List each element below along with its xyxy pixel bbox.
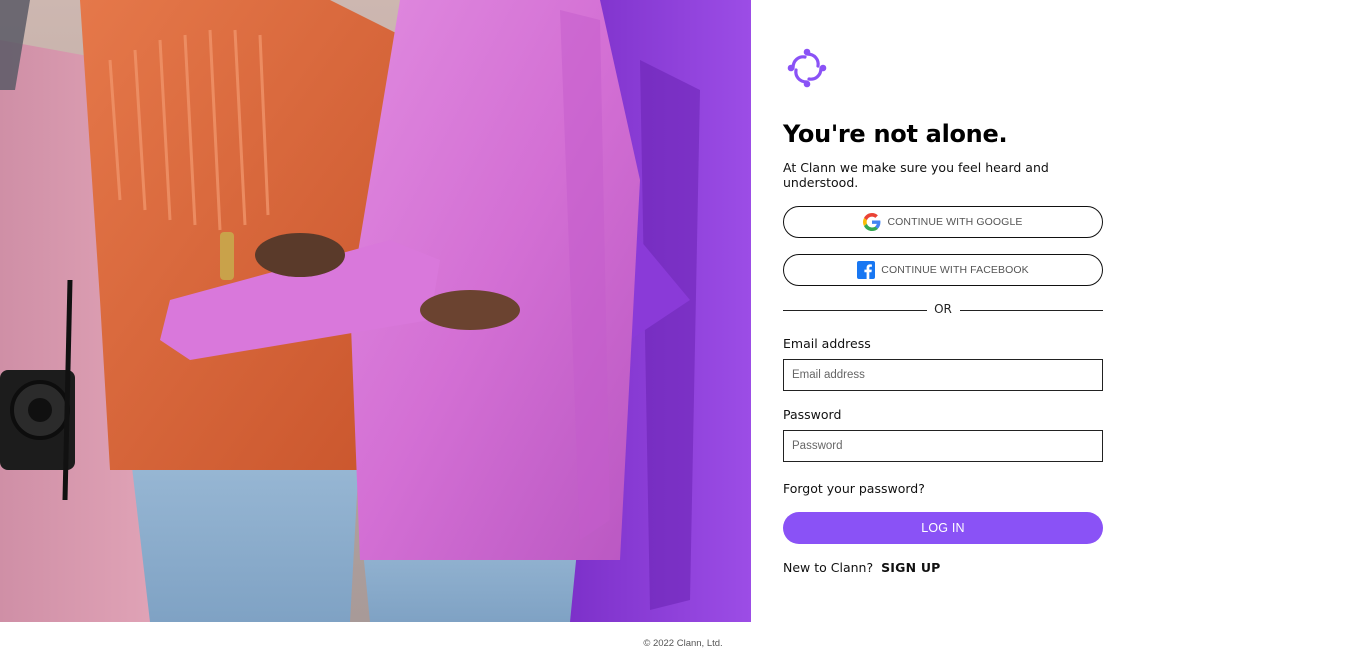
email-field[interactable] [783, 359, 1103, 391]
page-subtitle: At Clann we make sure you feel heard and… [783, 160, 1049, 190]
password-label: Password [783, 407, 842, 422]
group-hug-photo [0, 0, 751, 622]
clann-logo-icon [787, 48, 827, 88]
google-icon [863, 213, 881, 231]
continue-with-facebook-button[interactable]: CONTINUE WITH FACEBOOK [783, 254, 1103, 286]
password-field[interactable] [783, 430, 1103, 462]
divider-text: OR [934, 302, 952, 316]
page-title: You're not alone. [783, 120, 1008, 148]
forgot-password-link[interactable]: Forgot your password? [783, 481, 925, 496]
sign-up-link[interactable]: SIGN UP [881, 560, 940, 575]
footer-copyright: © 2022 Clann, Ltd. [643, 638, 723, 649]
divider-line-right [960, 310, 1103, 311]
facebook-button-label: CONTINUE WITH FACEBOOK [881, 264, 1029, 276]
email-label: Email address [783, 336, 871, 351]
hero-photo [0, 0, 751, 622]
continue-with-google-button[interactable]: CONTINUE WITH GOOGLE [783, 206, 1103, 238]
signup-prompt: New to Clann? [783, 560, 874, 575]
facebook-icon [857, 261, 876, 279]
google-button-label: CONTINUE WITH GOOGLE [887, 216, 1023, 228]
signup-row: New to Clann? SIGN UP [783, 560, 941, 575]
log-in-button[interactable]: LOG IN [783, 512, 1103, 544]
or-divider: OR [783, 300, 1103, 320]
